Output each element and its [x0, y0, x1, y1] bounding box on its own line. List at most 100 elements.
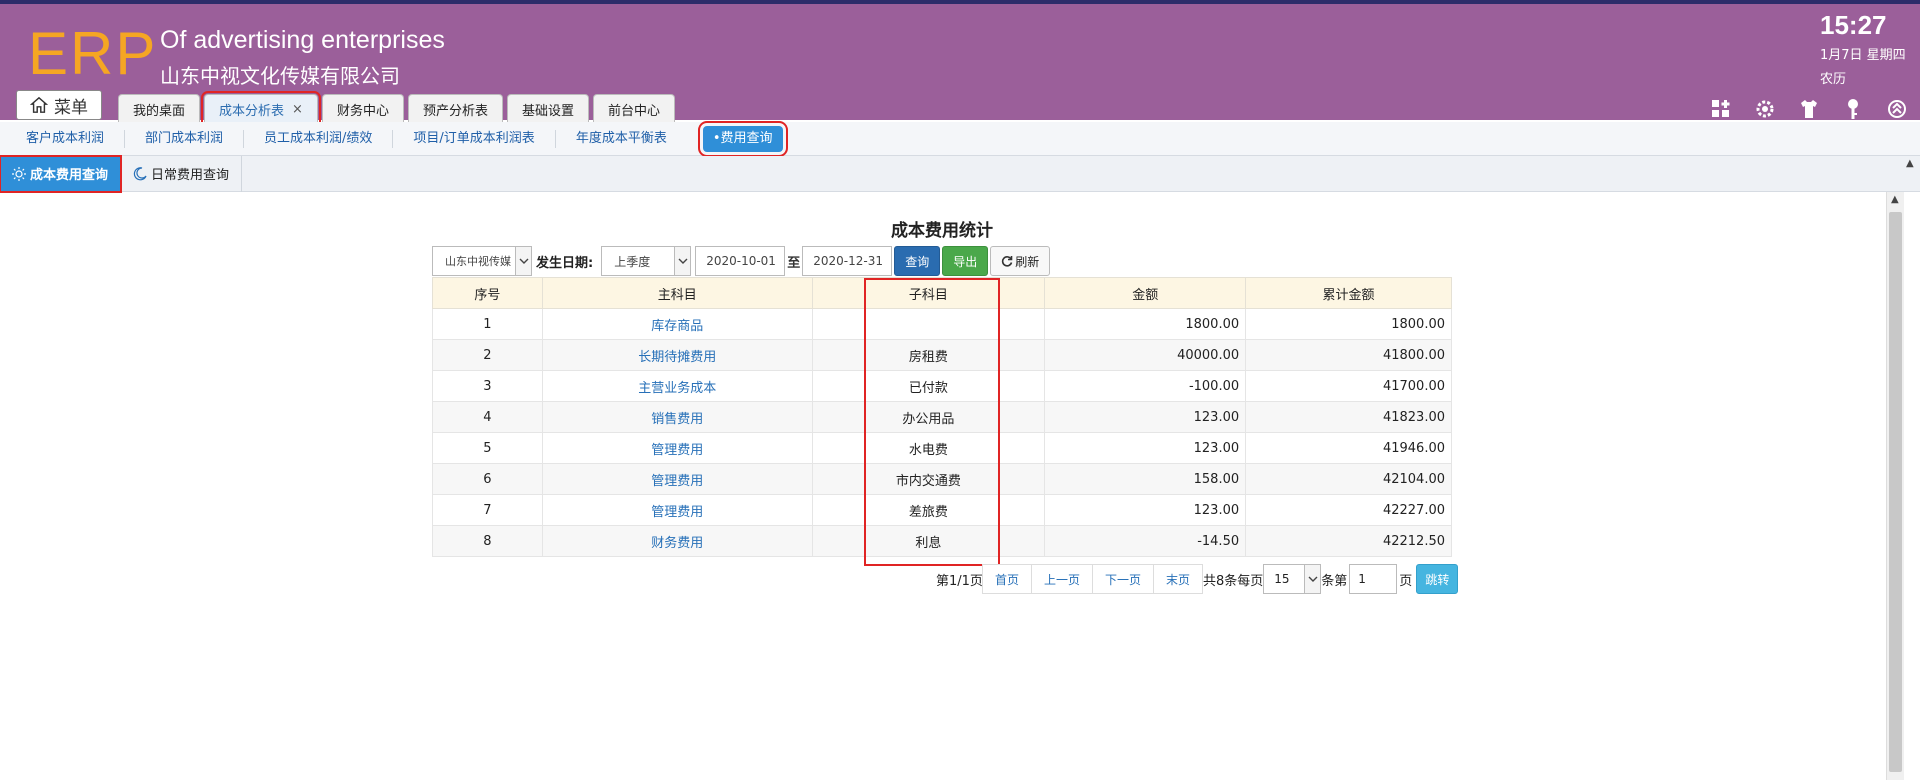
export-button[interactable]: 导出 [942, 246, 989, 276]
tab-label: 预产分析表 [422, 104, 488, 119]
sun-icon [12, 166, 26, 181]
cell-no: 3 [432, 370, 543, 402]
header-toolbar [1710, 98, 1908, 120]
cell-main-subject-link[interactable]: 长期待摊费用 [541, 339, 813, 371]
col-header-main-subject: 主科目 [541, 277, 813, 309]
tab-cost-analysis[interactable]: 成本分析表 × [201, 91, 321, 127]
period-select-value: 上季度 [614, 254, 651, 269]
company-select[interactable]: 山东中视传媒 [432, 246, 532, 276]
cell-no: 5 [432, 432, 543, 464]
cell-main-subject-link[interactable]: 管理费用 [541, 463, 813, 495]
secondary-tabs: 成本费用查询 日常费用查询 [0, 154, 1920, 193]
page-size-value: 15 [1274, 572, 1290, 586]
table-row: 5 管理费用 水电费 123.00 41946.00 [432, 432, 1452, 464]
shirt-icon[interactable] [1798, 98, 1820, 120]
cell-total: 41823.00 [1245, 401, 1452, 433]
moon-icon [133, 166, 147, 180]
query-button[interactable]: 查询 [894, 246, 941, 276]
grid-add-icon[interactable] [1710, 98, 1732, 120]
table-row: 8 财务费用 利息 -14.50 42212.50 [432, 525, 1452, 557]
cell-no: 7 [432, 494, 543, 526]
subnav-department-cost-profit[interactable]: 部门成本利润 [125, 129, 245, 148]
brand-english: Of advertising enterprises [160, 26, 445, 54]
key-icon[interactable] [1842, 98, 1864, 120]
cell-main-subject-link[interactable]: 库存商品 [541, 308, 813, 340]
scroll-up-arrow[interactable]: ▲ [1906, 158, 1914, 169]
tab-label: 日常费用查询 [151, 168, 230, 183]
tab-desktop[interactable]: 我的桌面 [118, 94, 201, 124]
cell-amount: 1800.00 [1044, 308, 1247, 340]
subnav-expense-query[interactable]: •费用查询 [697, 120, 788, 157]
tab-finance-center[interactable]: 财务中心 [321, 94, 404, 124]
cell-amount: 123.00 [1044, 401, 1247, 433]
table-row: 2 长期待摊费用 房租费 40000.00 41800.00 [432, 339, 1452, 371]
cell-main-subject-link[interactable]: 主营业务成本 [541, 370, 813, 402]
cell-main-subject-link[interactable]: 管理费用 [541, 494, 813, 526]
refresh-icon [1002, 256, 1013, 267]
cell-amount: -14.50 [1044, 525, 1247, 557]
cell-no: 6 [432, 463, 543, 495]
last-page-button[interactable]: 末页 [1152, 564, 1203, 594]
page-info: 第1/1页 [936, 573, 983, 589]
scroll-up-icon[interactable]: ▲ [1891, 194, 1899, 205]
tab-front-desk[interactable]: 前台中心 [592, 94, 675, 124]
close-icon[interactable]: × [292, 102, 303, 117]
menu-button-label: 菜单 [54, 97, 88, 118]
tab-label: 我的桌面 [133, 104, 186, 119]
cell-amount: 40000.00 [1044, 339, 1247, 371]
date-from-input[interactable]: 2020-10-01 [695, 246, 786, 276]
to-label: 至 [787, 255, 801, 271]
page-size-select[interactable]: 15 [1263, 564, 1322, 594]
cell-total: 42227.00 [1245, 494, 1452, 526]
cell-sub-subject: 办公用品 [811, 401, 1046, 433]
subnav-employee-cost-profit[interactable]: 员工成本利润/绩效 [244, 129, 394, 148]
tab-label: 成本费用查询 [30, 168, 109, 183]
first-page-button[interactable]: 首页 [981, 564, 1032, 594]
tab-daily-expense-query[interactable]: 日常费用查询 [121, 155, 243, 192]
table-row: 3 主营业务成本 已付款 -100.00 41700.00 [432, 370, 1452, 402]
clock-time: 15:27 [1820, 10, 1887, 40]
pagination: 第1/1页 首页 上一页 下一页 末页 共8条每页 15 条第 1 页 跳转 [936, 564, 1459, 594]
cell-total: 41800.00 [1245, 339, 1452, 371]
cell-main-subject-link[interactable]: 财务费用 [541, 525, 813, 557]
cell-amount: -100.00 [1044, 370, 1247, 402]
prev-page-button[interactable]: 上一页 [1030, 564, 1093, 594]
subnav-customer-cost-profit[interactable]: 客户成本利润 [6, 129, 126, 148]
cell-sub-subject: 利息 [811, 525, 1046, 557]
refresh-button[interactable]: 刷新 [990, 246, 1051, 276]
clock-date: 1月7日 星期四 [1820, 48, 1906, 63]
table-row: 1 库存商品 1800.00 1800.00 [432, 308, 1452, 340]
tab-basic-settings[interactable]: 基础设置 [506, 94, 589, 124]
date-to-input[interactable]: 2020-12-31 [802, 246, 893, 276]
vertical-scrollbar[interactable]: ▲ [1886, 192, 1904, 780]
col-header-total: 累计金额 [1245, 277, 1452, 309]
cell-total: 1800.00 [1245, 308, 1452, 340]
table-row: 4 销售费用 办公用品 123.00 41823.00 [432, 401, 1452, 433]
tab-label: 财务中心 [336, 104, 389, 119]
collapse-icon[interactable] [1886, 98, 1908, 120]
scrollbar-thumb[interactable] [1889, 212, 1902, 772]
subnav-project-order-cost[interactable]: 项目/订单成本利润表 [393, 129, 556, 148]
menu-button[interactable]: 菜单 [16, 90, 102, 120]
cell-no: 2 [432, 339, 543, 371]
company-select-value: 山东中视传媒 [445, 255, 511, 268]
cell-main-subject-link[interactable]: 管理费用 [541, 432, 813, 464]
cell-sub-subject: 水电费 [811, 432, 1046, 464]
cell-sub-subject: 房租费 [811, 339, 1046, 371]
cell-no: 8 [432, 525, 543, 557]
cell-main-subject-link[interactable]: 销售费用 [541, 401, 813, 433]
cell-total: 41946.00 [1245, 432, 1452, 464]
subnav-annual-cost-balance[interactable]: 年度成本平衡表 [556, 130, 687, 148]
period-select[interactable]: 上季度 [601, 246, 692, 276]
chevron-down-icon [515, 247, 531, 275]
jump-button[interactable]: 跳转 [1416, 564, 1459, 594]
page-jump-input[interactable]: 1 [1349, 564, 1398, 594]
total-info: 共8条每页 [1203, 573, 1264, 589]
gear-icon[interactable] [1754, 98, 1776, 120]
next-page-button[interactable]: 下一页 [1091, 564, 1154, 594]
cell-no: 4 [432, 401, 543, 433]
tab-production-analysis[interactable]: 预产分析表 [407, 94, 503, 124]
tab-label: 成本分析表 [219, 104, 285, 119]
tab-cost-expense-query[interactable]: 成本费用查询 [0, 154, 123, 193]
cell-sub-subject: 差旅费 [811, 494, 1046, 526]
